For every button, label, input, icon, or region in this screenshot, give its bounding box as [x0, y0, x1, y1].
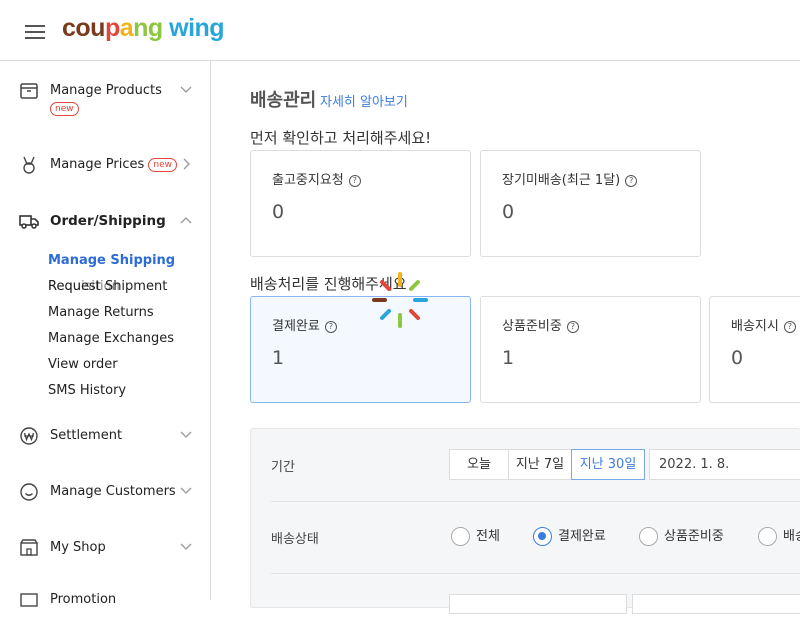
promo-icon — [20, 593, 38, 607]
card-value: 1 — [272, 347, 285, 369]
sidebar-item-promotion[interactable]: Promotion — [0, 588, 210, 618]
radio-circle — [451, 527, 470, 546]
sidebar-subitem-overlap-text: Requisition — [48, 279, 120, 294]
card-title: 장기미배송(최근 1달)? — [502, 169, 638, 188]
chevron-down-icon — [180, 543, 192, 550]
status-radio-preparing[interactable]: 상품준비중 — [639, 525, 724, 546]
sidebar-item-manage-customers[interactable]: Manage Customers — [0, 480, 210, 510]
status-card-preparing[interactable]: 상품준비중? 1 — [480, 296, 701, 403]
status-card-shipment-stop[interactable]: 출고중지요청? 0 — [250, 150, 471, 257]
truck-icon — [19, 215, 39, 229]
main-content: 배송관리 자세히 알아보기 먼저 확인하고 처리해주세요! 출고중지요청? 0 … — [211, 61, 800, 614]
sidebar-item-label: Settlement — [50, 428, 123, 443]
sidebar-subitem-manage-returns[interactable]: Manage Returns — [48, 305, 154, 320]
sidebar-item-my-shop[interactable]: My Shop — [0, 536, 210, 566]
learn-more-link[interactable]: 자세히 알아보기 — [320, 91, 408, 110]
help-icon[interactable]: ? — [566, 320, 579, 333]
sidebar-subitem-manage-shipping[interactable]: Manage Shipping — [48, 253, 175, 268]
medal-icon — [23, 156, 35, 174]
period-7days-button[interactable]: 지난 7일 — [508, 449, 572, 480]
status-radio-payment-complete[interactable]: 결제완료 — [533, 525, 606, 546]
chevron-down-icon — [180, 431, 192, 438]
top-bar: coupang wing — [0, 0, 800, 61]
loading-spinner-icon — [372, 272, 428, 328]
help-icon[interactable]: ? — [783, 320, 796, 333]
status-card-shipping-order[interactable]: 배송지시? 0 — [709, 296, 800, 403]
status-radio-shipping[interactable]: 배송 — [758, 525, 800, 546]
sidebar-item-settlement[interactable]: Settlement — [0, 424, 210, 454]
logo-text-part: p — [104, 14, 120, 42]
chevron-down-icon — [180, 487, 192, 494]
sidebar-item-manage-prices[interactable]: Manage Prices new — [0, 153, 210, 183]
radio-circle — [758, 527, 777, 546]
filter-label-status: 배송상태 — [271, 532, 319, 547]
logo-text-part: wing — [162, 14, 225, 42]
page-title: 배송관리 — [250, 90, 317, 111]
sidebar-subitem-sms-history[interactable]: SMS History — [48, 383, 126, 398]
status-radio-all[interactable]: 전체 — [451, 525, 500, 546]
sidebar-item-label: Manage Customers — [50, 484, 176, 499]
smile-icon — [20, 483, 38, 501]
help-icon[interactable]: ? — [625, 174, 638, 187]
sidebar-item-order-shipping[interactable]: Order/Shipping — [0, 209, 210, 239]
logo-text-part: cou — [62, 14, 105, 42]
radio-label: 전체 — [476, 529, 500, 544]
filter-label-period: 기간 — [271, 460, 295, 475]
menu-icon[interactable] — [25, 25, 45, 39]
help-icon[interactable]: ? — [324, 320, 337, 333]
period-30days-button[interactable]: 지난 30일 — [571, 449, 645, 480]
period-today-button[interactable]: 오늘 — [449, 449, 509, 480]
sidebar-subitem-view-order[interactable]: View order — [48, 357, 118, 372]
card-value: 0 — [272, 201, 285, 223]
radio-label: 결제완료 — [558, 529, 606, 544]
radio-circle — [639, 527, 658, 546]
sidebar-item-label: Order/Shipping — [50, 213, 166, 229]
sidebar-item-label: Manage Prices new — [50, 157, 178, 172]
chevron-down-icon — [180, 86, 192, 93]
radio-circle — [533, 527, 552, 546]
chevron-right-icon — [183, 158, 190, 170]
help-icon[interactable]: ? — [348, 174, 361, 187]
new-badge: new — [148, 157, 178, 172]
logo-text-part: a — [119, 14, 134, 42]
section-label-check-first: 먼저 확인하고 처리해주세요! — [250, 129, 432, 147]
card-title: 배송지시? — [731, 315, 796, 334]
card-title: 상품준비중? — [502, 315, 579, 334]
sidebar-subitem-manage-exchanges[interactable]: Manage Exchanges — [48, 331, 174, 346]
sidebar-item-label-text: Manage Prices — [50, 157, 145, 172]
logo-text-part: ng — [133, 14, 163, 42]
status-card-long-undelivered[interactable]: 장기미배송(최근 1달)? 0 — [480, 150, 701, 257]
start-date-input[interactable]: 2022. 1. 8. — [649, 449, 800, 480]
sidebar-item-label: My Shop — [50, 540, 106, 555]
shop-icon — [20, 539, 38, 556]
card-title: 결제완료? — [272, 315, 337, 334]
card-title-text: 출고중지요청 — [272, 173, 344, 188]
card-value: 0 — [731, 347, 744, 369]
filter-input[interactable] — [632, 594, 800, 614]
logo[interactable]: coupang wing — [62, 14, 225, 43]
filter-divider — [271, 501, 800, 502]
card-value: 0 — [502, 201, 515, 223]
filter-panel: 기간 오늘 지난 7일 지난 30일 2022. 1. 8. 배송상태 전체 결… — [250, 428, 800, 614]
filter-input[interactable] — [449, 594, 627, 614]
radio-label: 상품준비중 — [664, 529, 724, 544]
sidebar-item-manage-products[interactable]: Manage Products new — [0, 79, 210, 116]
sidebar-item-label: Manage Products — [50, 83, 162, 98]
box-icon — [20, 83, 38, 99]
radio-label: 배송 — [783, 529, 800, 544]
new-badge: new — [50, 102, 79, 116]
card-title-text: 배송지시 — [731, 319, 779, 334]
status-card-payment-complete[interactable]: 결제완료? 1 — [250, 296, 471, 403]
won-icon — [20, 427, 38, 445]
filter-divider — [271, 573, 800, 574]
card-title-text: 결제완료 — [272, 319, 320, 334]
card-value: 1 — [502, 347, 515, 369]
card-title-text: 상품준비중 — [502, 319, 562, 334]
sidebar: Manage Products new Manage Prices new Or… — [0, 61, 211, 607]
card-title-text: 장기미배송(최근 1달) — [502, 173, 621, 188]
card-title: 출고중지요청? — [272, 169, 361, 188]
chevron-up-icon — [180, 217, 192, 224]
